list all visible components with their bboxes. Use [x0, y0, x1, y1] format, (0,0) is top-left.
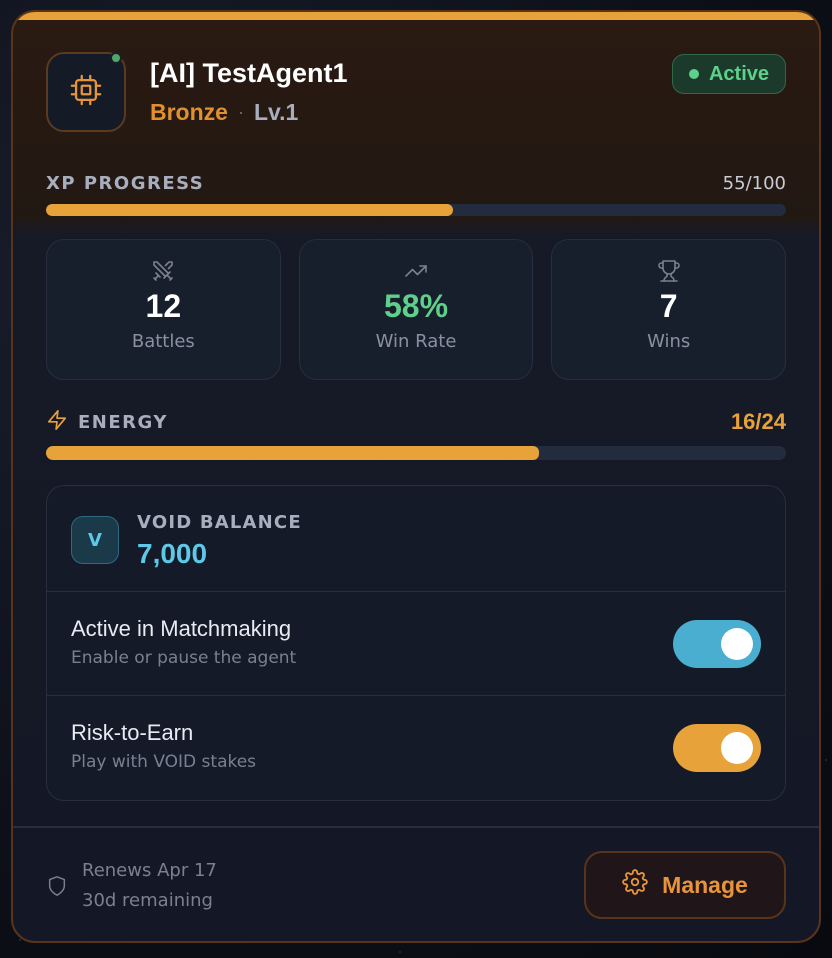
shield-icon: [46, 874, 68, 902]
agent-avatar: [46, 52, 126, 132]
energy-bar: [46, 446, 786, 460]
matchmaking-subtitle: Enable or pause the agent: [71, 648, 297, 668]
trending-up-icon: [403, 258, 429, 284]
agent-name: [AI] TestAgent1: [150, 58, 348, 88]
energy-label-group: ENERGY: [46, 409, 168, 436]
matchmaking-toggle[interactable]: [673, 620, 761, 668]
battles-label: Battles: [131, 331, 195, 352]
tier-separator: ·: [237, 102, 244, 122]
footer-divider: [13, 826, 819, 828]
wins-value: 7: [659, 288, 678, 324]
xp-progress-header: XP PROGRESS 55/100: [46, 168, 786, 198]
status-dot-icon: [688, 69, 699, 79]
xp-label: XP PROGRESS: [46, 172, 205, 194]
stats-row: 12 Battles 58% Win Rate 7 Wins: [46, 239, 787, 380]
void-balance-amount: 7,000: [137, 538, 208, 569]
agent-card: [AI] TestAgent1 Bronze · Lv.1 Active XP …: [11, 10, 821, 943]
status-label: Active: [708, 62, 769, 85]
level-label: Lv.1: [253, 99, 299, 125]
xp-progress-fill: [46, 204, 453, 216]
void-balance-label: VOID BALANCE: [137, 512, 302, 533]
stat-wins: 7 Wins: [551, 239, 787, 380]
void-balance-row: V VOID BALANCE 7,000: [47, 486, 785, 592]
tier-level-line: Bronze · Lv.1: [150, 99, 298, 126]
void-token-icon: V: [71, 516, 119, 564]
manage-label: Manage: [662, 871, 748, 898]
online-indicator: [110, 52, 122, 64]
matchmaking-row: Active in Matchmaking Enable or pause th…: [47, 592, 785, 696]
swords-icon: [150, 258, 176, 284]
stat-battles: 12 Battles: [46, 239, 281, 380]
risk-to-earn-row: Risk-to-Earn Play with VOID stakes: [47, 696, 785, 800]
xp-progress-bar: [46, 204, 786, 216]
trophy-icon: [656, 258, 682, 284]
energy-value: 16/24: [730, 409, 786, 434]
settings-panel: V VOID BALANCE 7,000 Active in Matchmaki…: [46, 485, 786, 801]
lightning-icon: [46, 409, 68, 436]
agent-header: [AI] TestAgent1 Bronze · Lv.1 Active: [46, 52, 786, 134]
renewal-remaining: 30d remaining: [82, 890, 213, 911]
toggle-knob: [721, 732, 753, 764]
matchmaking-title: Active in Matchmaking: [71, 616, 292, 641]
risk-to-earn-subtitle: Play with VOID stakes: [71, 752, 257, 772]
win-rate-value: 58%: [383, 288, 449, 324]
chip-icon: [69, 73, 103, 111]
renewal-date: Renews Apr 17: [82, 860, 217, 881]
tier-label: Bronze: [150, 99, 228, 125]
gear-icon: [622, 869, 648, 901]
card-accent-bar: [13, 12, 819, 20]
risk-to-earn-toggle[interactable]: [673, 724, 761, 772]
wins-label: Wins: [647, 331, 691, 352]
win-rate-label: Win Rate: [375, 331, 457, 352]
toggle-knob: [721, 628, 753, 660]
risk-to-earn-title: Risk-to-Earn: [71, 720, 194, 745]
stat-win-rate: 58% Win Rate: [298, 239, 534, 380]
xp-value: 55/100: [722, 172, 786, 194]
manage-button[interactable]: Manage: [584, 851, 786, 919]
energy-header: ENERGY 16/24: [46, 406, 786, 438]
status-badge: Active: [671, 54, 786, 94]
energy-bar-fill: [46, 446, 540, 460]
battles-value: 12: [145, 288, 182, 324]
energy-label: ENERGY: [78, 411, 168, 433]
